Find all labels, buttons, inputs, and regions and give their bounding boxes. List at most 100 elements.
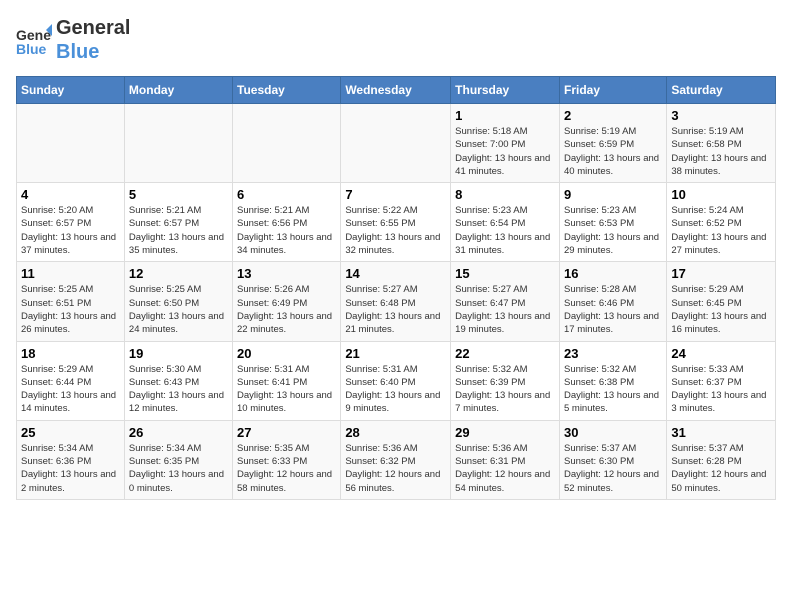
- calendar-cell: 18 Sunrise: 5:29 AMSunset: 6:44 PMDaylig…: [17, 341, 125, 420]
- weekday-header: Friday: [559, 77, 666, 104]
- calendar-cell: 3 Sunrise: 5:19 AMSunset: 6:58 PMDayligh…: [667, 104, 776, 183]
- day-number: 17: [671, 266, 771, 281]
- cell-info: Sunrise: 5:31 AMSunset: 6:41 PMDaylight:…: [237, 363, 336, 416]
- calendar-cell: 16 Sunrise: 5:28 AMSunset: 6:46 PMDaylig…: [559, 262, 666, 341]
- day-number: 15: [455, 266, 555, 281]
- weekday-header: Sunday: [17, 77, 125, 104]
- cell-info: Sunrise: 5:29 AMSunset: 6:44 PMDaylight:…: [21, 363, 120, 416]
- calendar-cell: 24 Sunrise: 5:33 AMSunset: 6:37 PMDaylig…: [667, 341, 776, 420]
- calendar-cell: 12 Sunrise: 5:25 AMSunset: 6:50 PMDaylig…: [124, 262, 232, 341]
- day-number: 24: [671, 346, 771, 361]
- cell-info: Sunrise: 5:32 AMSunset: 6:38 PMDaylight:…: [564, 363, 662, 416]
- cell-info: Sunrise: 5:31 AMSunset: 6:40 PMDaylight:…: [345, 363, 446, 416]
- cell-info: Sunrise: 5:37 AMSunset: 6:28 PMDaylight:…: [671, 442, 771, 495]
- day-number: 18: [21, 346, 120, 361]
- day-number: 30: [564, 425, 662, 440]
- day-number: 23: [564, 346, 662, 361]
- calendar-cell: 13 Sunrise: 5:26 AMSunset: 6:49 PMDaylig…: [233, 262, 341, 341]
- cell-info: Sunrise: 5:30 AMSunset: 6:43 PMDaylight:…: [129, 363, 228, 416]
- calendar-cell: 28 Sunrise: 5:36 AMSunset: 6:32 PMDaylig…: [341, 420, 451, 499]
- calendar-cell: 7 Sunrise: 5:22 AMSunset: 6:55 PMDayligh…: [341, 183, 451, 262]
- cell-info: Sunrise: 5:19 AMSunset: 6:58 PMDaylight:…: [671, 125, 771, 178]
- calendar-cell: 20 Sunrise: 5:31 AMSunset: 6:41 PMDaylig…: [233, 341, 341, 420]
- weekday-header: Wednesday: [341, 77, 451, 104]
- day-number: 25: [21, 425, 120, 440]
- calendar-cell: 5 Sunrise: 5:21 AMSunset: 6:57 PMDayligh…: [124, 183, 232, 262]
- calendar-cell: 19 Sunrise: 5:30 AMSunset: 6:43 PMDaylig…: [124, 341, 232, 420]
- calendar-week-row: 1 Sunrise: 5:18 AMSunset: 7:00 PMDayligh…: [17, 104, 776, 183]
- day-number: 13: [237, 266, 336, 281]
- calendar-cell: 8 Sunrise: 5:23 AMSunset: 6:54 PMDayligh…: [451, 183, 560, 262]
- weekday-header: Tuesday: [233, 77, 341, 104]
- day-number: 26: [129, 425, 228, 440]
- calendar-week-row: 18 Sunrise: 5:29 AMSunset: 6:44 PMDaylig…: [17, 341, 776, 420]
- calendar-cell: 29 Sunrise: 5:36 AMSunset: 6:31 PMDaylig…: [451, 420, 560, 499]
- cell-info: Sunrise: 5:18 AMSunset: 7:00 PMDaylight:…: [455, 125, 555, 178]
- day-number: 29: [455, 425, 555, 440]
- page-header: General Blue General Blue: [16, 16, 776, 64]
- cell-info: Sunrise: 5:35 AMSunset: 6:33 PMDaylight:…: [237, 442, 336, 495]
- logo-icon: General Blue: [16, 22, 52, 58]
- day-number: 8: [455, 187, 555, 202]
- day-number: 5: [129, 187, 228, 202]
- day-number: 22: [455, 346, 555, 361]
- cell-info: Sunrise: 5:20 AMSunset: 6:57 PMDaylight:…: [21, 204, 120, 257]
- cell-info: Sunrise: 5:36 AMSunset: 6:31 PMDaylight:…: [455, 442, 555, 495]
- day-number: 6: [237, 187, 336, 202]
- weekday-header: Saturday: [667, 77, 776, 104]
- day-number: 4: [21, 187, 120, 202]
- day-number: 1: [455, 108, 555, 123]
- calendar-cell: 2 Sunrise: 5:19 AMSunset: 6:59 PMDayligh…: [559, 104, 666, 183]
- svg-text:Blue: Blue: [16, 41, 47, 57]
- calendar-week-row: 11 Sunrise: 5:25 AMSunset: 6:51 PMDaylig…: [17, 262, 776, 341]
- cell-info: Sunrise: 5:33 AMSunset: 6:37 PMDaylight:…: [671, 363, 771, 416]
- cell-info: Sunrise: 5:29 AMSunset: 6:45 PMDaylight:…: [671, 283, 771, 336]
- weekday-header: Thursday: [451, 77, 560, 104]
- day-number: 31: [671, 425, 771, 440]
- cell-info: Sunrise: 5:32 AMSunset: 6:39 PMDaylight:…: [455, 363, 555, 416]
- calendar-cell: 1 Sunrise: 5:18 AMSunset: 7:00 PMDayligh…: [451, 104, 560, 183]
- cell-info: Sunrise: 5:25 AMSunset: 6:51 PMDaylight:…: [21, 283, 120, 336]
- calendar-cell: 11 Sunrise: 5:25 AMSunset: 6:51 PMDaylig…: [17, 262, 125, 341]
- day-number: 14: [345, 266, 446, 281]
- day-number: 12: [129, 266, 228, 281]
- calendar-table: SundayMondayTuesdayWednesdayThursdayFrid…: [16, 76, 776, 500]
- weekday-header: Monday: [124, 77, 232, 104]
- calendar-cell: 4 Sunrise: 5:20 AMSunset: 6:57 PMDayligh…: [17, 183, 125, 262]
- cell-info: Sunrise: 5:21 AMSunset: 6:56 PMDaylight:…: [237, 204, 336, 257]
- calendar-cell: [341, 104, 451, 183]
- day-number: 16: [564, 266, 662, 281]
- calendar-cell: 14 Sunrise: 5:27 AMSunset: 6:48 PMDaylig…: [341, 262, 451, 341]
- cell-info: Sunrise: 5:27 AMSunset: 6:48 PMDaylight:…: [345, 283, 446, 336]
- cell-info: Sunrise: 5:22 AMSunset: 6:55 PMDaylight:…: [345, 204, 446, 257]
- calendar-cell: 27 Sunrise: 5:35 AMSunset: 6:33 PMDaylig…: [233, 420, 341, 499]
- day-number: 27: [237, 425, 336, 440]
- cell-info: Sunrise: 5:34 AMSunset: 6:35 PMDaylight:…: [129, 442, 228, 495]
- cell-info: Sunrise: 5:24 AMSunset: 6:52 PMDaylight:…: [671, 204, 771, 257]
- weekday-header-row: SundayMondayTuesdayWednesdayThursdayFrid…: [17, 77, 776, 104]
- day-number: 3: [671, 108, 771, 123]
- calendar-cell: 10 Sunrise: 5:24 AMSunset: 6:52 PMDaylig…: [667, 183, 776, 262]
- cell-info: Sunrise: 5:23 AMSunset: 6:53 PMDaylight:…: [564, 204, 662, 257]
- calendar-cell: 31 Sunrise: 5:37 AMSunset: 6:28 PMDaylig…: [667, 420, 776, 499]
- day-number: 10: [671, 187, 771, 202]
- cell-info: Sunrise: 5:28 AMSunset: 6:46 PMDaylight:…: [564, 283, 662, 336]
- day-number: 19: [129, 346, 228, 361]
- day-number: 28: [345, 425, 446, 440]
- day-number: 9: [564, 187, 662, 202]
- day-number: 11: [21, 266, 120, 281]
- day-number: 21: [345, 346, 446, 361]
- day-number: 2: [564, 108, 662, 123]
- logo: General Blue General Blue: [16, 16, 130, 64]
- calendar-cell: [17, 104, 125, 183]
- cell-info: Sunrise: 5:21 AMSunset: 6:57 PMDaylight:…: [129, 204, 228, 257]
- day-number: 20: [237, 346, 336, 361]
- calendar-week-row: 25 Sunrise: 5:34 AMSunset: 6:36 PMDaylig…: [17, 420, 776, 499]
- cell-info: Sunrise: 5:36 AMSunset: 6:32 PMDaylight:…: [345, 442, 446, 495]
- cell-info: Sunrise: 5:23 AMSunset: 6:54 PMDaylight:…: [455, 204, 555, 257]
- cell-info: Sunrise: 5:34 AMSunset: 6:36 PMDaylight:…: [21, 442, 120, 495]
- calendar-cell: 23 Sunrise: 5:32 AMSunset: 6:38 PMDaylig…: [559, 341, 666, 420]
- calendar-cell: 25 Sunrise: 5:34 AMSunset: 6:36 PMDaylig…: [17, 420, 125, 499]
- logo-text: General Blue: [56, 16, 130, 64]
- calendar-cell: 15 Sunrise: 5:27 AMSunset: 6:47 PMDaylig…: [451, 262, 560, 341]
